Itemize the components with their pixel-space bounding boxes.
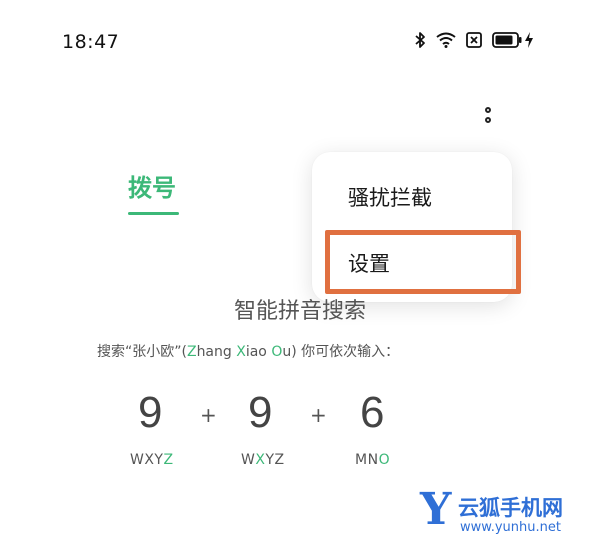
watermark-logo: Y 云狐手机网 www.yunhu.net bbox=[420, 484, 595, 542]
desc-letter-x: X bbox=[236, 344, 246, 360]
settings-highlight-box bbox=[325, 230, 521, 294]
plus-sign: + bbox=[200, 403, 217, 427]
more-options-icon[interactable] bbox=[476, 100, 500, 130]
watermark-name: 云狐手机网 bbox=[458, 496, 563, 520]
watermark-logo-letter: Y bbox=[420, 484, 452, 535]
battery-icon bbox=[492, 32, 522, 48]
desc-prefix: 搜索“张小欧”( bbox=[97, 344, 187, 360]
desc-u: u bbox=[282, 344, 292, 360]
charging-icon bbox=[524, 31, 534, 49]
letters-after: YZ bbox=[265, 452, 285, 468]
key-digit: 9 bbox=[248, 388, 273, 437]
more-dot bbox=[485, 117, 491, 123]
tab-dial-indicator bbox=[128, 212, 179, 215]
desc-letter-o: O bbox=[271, 344, 283, 360]
sim-off-icon bbox=[466, 32, 482, 48]
desc-hang: hang bbox=[196, 344, 237, 360]
key-letters: WXYZ bbox=[130, 452, 174, 468]
letters-plain: WXY bbox=[130, 452, 164, 468]
key-letters: WXYZ bbox=[241, 452, 285, 468]
status-time: 18:47 bbox=[62, 31, 120, 53]
desc-suffix: ) 你可依次输入： bbox=[291, 344, 400, 360]
smart-search-title: 智能拼音搜索 bbox=[233, 299, 366, 324]
wifi-icon bbox=[436, 32, 456, 48]
watermark-url: www.yunhu.net bbox=[460, 520, 561, 535]
status-bar: 18:47 bbox=[0, 0, 600, 80]
key-digit: 9 bbox=[138, 388, 163, 437]
letters-plain: W bbox=[241, 452, 256, 468]
desc-letter-z: Z bbox=[186, 344, 197, 360]
letters-highlight: Z bbox=[163, 452, 174, 468]
letters-highlight: O bbox=[378, 452, 391, 468]
menu-item-spam-block[interactable]: 骚扰拦截 bbox=[348, 182, 432, 212]
desc-iao: iao bbox=[245, 344, 272, 360]
key-digit: 6 bbox=[360, 388, 385, 437]
more-dot bbox=[485, 107, 491, 113]
letters-plain: MN bbox=[355, 452, 379, 468]
status-icons bbox=[414, 31, 534, 49]
tab-dial[interactable]: 拨号 bbox=[128, 168, 176, 203]
bluetooth-icon bbox=[414, 31, 426, 49]
smart-search-description: 搜索“张小欧”(Zhang Xiao Ou) 你可依次输入： bbox=[97, 341, 399, 361]
plus-sign: + bbox=[310, 403, 327, 427]
letters-highlight: X bbox=[255, 452, 266, 468]
key-letters: MNO bbox=[355, 452, 390, 468]
